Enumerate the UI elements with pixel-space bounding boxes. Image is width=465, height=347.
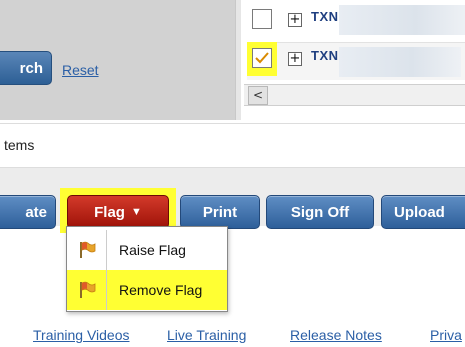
flag-icon (67, 230, 107, 270)
expand-icon[interactable]: + (288, 52, 302, 66)
search-button[interactable]: rch (0, 51, 52, 85)
menu-item-label: Raise Flag (119, 242, 186, 258)
footer-links: Training Videos Live Training Release No… (0, 327, 465, 347)
footer-link-release-notes[interactable]: Release Notes (290, 327, 382, 343)
sign-off-button[interactable]: Sign Off (266, 195, 374, 229)
horizontal-scrollbar[interactable]: < (244, 84, 465, 106)
redacted-area (339, 47, 461, 77)
table-row: + TXN( (241, 3, 465, 43)
expand-icon[interactable]: + (288, 13, 302, 27)
flag-dropdown-menu: Raise Flag Remove Flag (66, 226, 228, 312)
row-checkbox-checked[interactable] (252, 48, 272, 68)
redacted-area (339, 5, 465, 35)
flag-button-label: Flag (94, 203, 125, 221)
row-checkbox[interactable] (252, 9, 272, 29)
print-button[interactable]: Print (180, 195, 260, 229)
items-bar (0, 123, 465, 168)
checkmark-icon (255, 52, 269, 64)
footer-link-privacy[interactable]: Priva (430, 327, 462, 343)
scroll-left-arrow-icon[interactable]: < (248, 86, 268, 105)
create-button[interactable]: ate (0, 195, 56, 229)
reset-link[interactable]: Reset (62, 62, 99, 78)
flag-button[interactable]: Flag ▼ (67, 195, 169, 229)
table-row: + TXN( (241, 42, 465, 82)
menu-item-label: Remove Flag (119, 282, 203, 298)
caret-down-icon: ▼ (130, 205, 142, 218)
items-label: tems (4, 137, 35, 153)
menu-item-raise-flag[interactable]: Raise Flag (67, 230, 227, 270)
upload-button[interactable]: Upload (381, 195, 465, 229)
footer-link-training-videos[interactable]: Training Videos (33, 327, 130, 343)
flag-icon (67, 270, 107, 310)
menu-item-remove-flag[interactable]: Remove Flag (67, 270, 227, 310)
footer-link-live-training[interactable]: Live Training (167, 327, 246, 343)
